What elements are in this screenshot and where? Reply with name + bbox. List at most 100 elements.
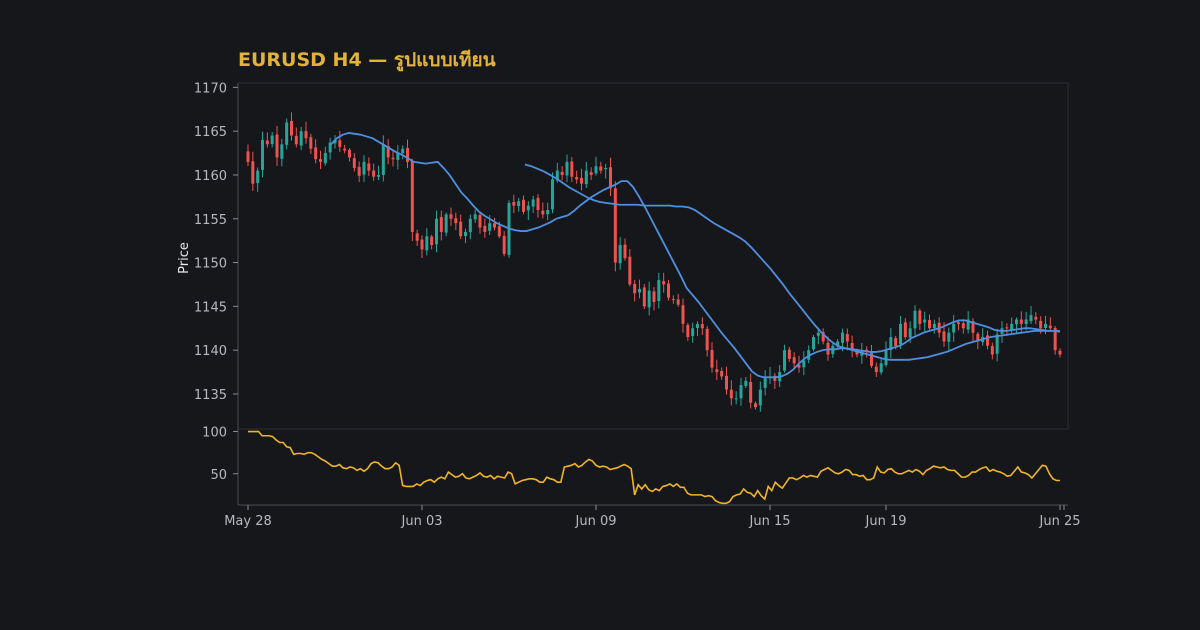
- candle-body: [845, 334, 849, 342]
- candle-body: [874, 366, 878, 373]
- price-tick-label: 1145: [194, 300, 227, 315]
- candle-body: [734, 398, 738, 400]
- candle-body: [439, 217, 443, 232]
- candle-body: [270, 135, 274, 145]
- candle-body: [459, 221, 463, 237]
- candle-body: [1005, 327, 1009, 329]
- candle-body: [729, 389, 733, 399]
- price-tick-label: 1150: [194, 257, 227, 272]
- candle-body: [497, 226, 501, 237]
- candle-body: [961, 323, 965, 329]
- candle-body: [705, 328, 709, 351]
- candle-body: [425, 236, 429, 251]
- candle-body: [502, 235, 506, 254]
- candle-body: [570, 161, 574, 177]
- candle-body: [1019, 319, 1023, 324]
- candle-body: [589, 172, 593, 175]
- candle-body: [1010, 323, 1014, 330]
- candles: [246, 112, 1062, 412]
- candle-body: [633, 283, 637, 294]
- candle-body: [367, 163, 371, 171]
- candle-body: [1034, 316, 1038, 320]
- candle-body: [512, 202, 516, 206]
- oscillator-line: [248, 430, 1060, 505]
- candle-body: [444, 214, 448, 233]
- candle-body: [642, 287, 646, 307]
- candle-body: [947, 332, 951, 342]
- candle-body: [323, 153, 327, 164]
- candle-body: [894, 338, 898, 346]
- candle-body: [647, 290, 651, 308]
- candle-body: [812, 337, 815, 350]
- candle-body: [657, 280, 661, 302]
- candle-body: [275, 134, 279, 158]
- candle-body: [493, 223, 496, 228]
- candle-body: [304, 131, 308, 139]
- candle-body: [952, 323, 956, 333]
- candle-body: [681, 305, 685, 324]
- candle-body: [913, 310, 917, 329]
- candle-body: [700, 324, 704, 329]
- x-tick-label: Jun 15: [749, 514, 791, 529]
- candle-body: [265, 140, 269, 145]
- candle-body: [478, 214, 482, 228]
- candle-body: [1029, 315, 1033, 322]
- candle-body: [454, 218, 458, 224]
- candle-body: [435, 218, 438, 245]
- candle-body: [763, 378, 767, 388]
- y-axis-label: Price: [177, 242, 192, 274]
- price-tick-label: 1170: [194, 81, 227, 96]
- price-tick-label: 1140: [194, 344, 227, 359]
- oscillator-tick-label: 50: [210, 468, 227, 483]
- candle-body: [715, 369, 719, 373]
- candle-body: [594, 166, 598, 174]
- candle-body: [309, 137, 313, 149]
- candle-body: [604, 167, 608, 170]
- candle-body: [1015, 319, 1018, 325]
- candle-body: [584, 170, 588, 185]
- candle-body: [536, 197, 540, 211]
- candle-body: [879, 363, 883, 373]
- candle-body: [667, 283, 670, 298]
- candle-body: [352, 158, 356, 168]
- candle-body: [908, 328, 912, 338]
- oscillator-tick-label: 100: [202, 426, 227, 441]
- candle-body: [464, 231, 467, 237]
- candle-body: [526, 205, 530, 211]
- candle-body: [357, 166, 361, 176]
- candle-body: [415, 233, 419, 241]
- candle-body: [251, 161, 255, 184]
- candle-body: [696, 323, 699, 329]
- candle-body: [246, 151, 250, 162]
- candle-body: [551, 179, 554, 210]
- candle-body: [1039, 320, 1043, 329]
- candle-body: [638, 288, 641, 293]
- moving-averages: [330, 132, 1061, 379]
- candle-body: [671, 299, 675, 301]
- candle-body: [802, 360, 806, 368]
- candle-body: [348, 149, 351, 158]
- candle-body: [290, 120, 293, 136]
- candle-body: [899, 323, 902, 345]
- candle-body: [744, 380, 748, 386]
- candle-body: [377, 174, 380, 177]
- x-tick-label: Jun 03: [401, 514, 443, 529]
- candle-body: [294, 135, 298, 145]
- candle-body: [725, 375, 728, 390]
- x-tick-label: Jun 25: [1039, 514, 1081, 529]
- candle-body: [676, 299, 680, 305]
- x-tick-label: Jun 09: [575, 514, 617, 529]
- candle-body: [483, 225, 487, 232]
- candle-body: [420, 239, 424, 250]
- price-y-ticks: 1135 1140 1145 1150 1155 1160 1165 1170: [194, 81, 238, 403]
- candle-body: [749, 382, 753, 403]
- candle-body: [787, 349, 791, 359]
- candle-body: [990, 346, 994, 355]
- candle-body: [923, 319, 927, 323]
- candle-body: [623, 244, 627, 259]
- x-ticks: May 28Jun 03Jun 09Jun 15Jun 19Jun 25Jul …: [224, 505, 1081, 529]
- candle-body: [918, 310, 922, 324]
- candle-body: [628, 256, 632, 285]
- ma-slow-line: [524, 163, 1061, 361]
- candle-body: [652, 291, 656, 302]
